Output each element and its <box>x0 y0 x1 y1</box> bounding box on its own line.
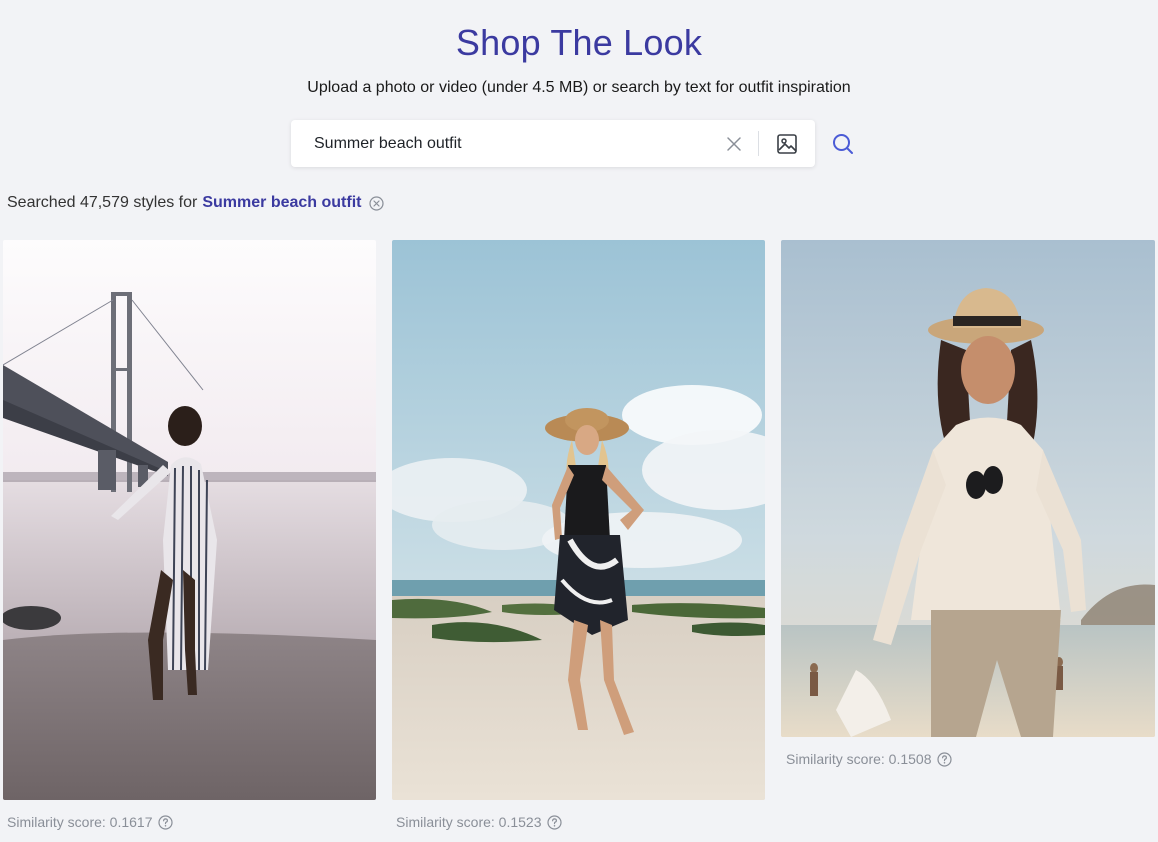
result-image-3[interactable] <box>781 240 1155 737</box>
search-input[interactable] <box>291 120 734 167</box>
image-icon <box>776 133 798 155</box>
clear-search-button[interactable] <box>722 132 746 156</box>
upload-image-button[interactable] <box>774 131 800 157</box>
results-summary: Searched 47,579 styles for Summer beach … <box>7 194 385 212</box>
help-button[interactable] <box>936 751 952 767</box>
score-label: Similarity score: 0.1508 <box>786 751 932 767</box>
similarity-score-2: Similarity score: 0.1523 <box>396 814 562 830</box>
results-prefix: Searched 47,579 styles for <box>7 194 198 211</box>
x-circle-icon <box>369 195 385 211</box>
results-query: Summer beach outfit <box>202 194 362 211</box>
similarity-score-1: Similarity score: 0.1617 <box>7 814 173 830</box>
question-circle-icon <box>936 751 952 767</box>
search-divider <box>758 131 759 156</box>
similarity-score-3: Similarity score: 0.1508 <box>786 751 952 767</box>
page-subtitle: Upload a photo or video (under 4.5 MB) o… <box>307 79 851 96</box>
close-icon <box>726 136 742 152</box>
question-circle-icon <box>546 814 562 830</box>
score-label: Similarity score: 0.1617 <box>7 814 153 830</box>
page-title: Shop The Look <box>455 22 703 63</box>
question-circle-icon <box>157 814 173 830</box>
clear-query-button[interactable] <box>369 195 385 211</box>
score-label: Similarity score: 0.1523 <box>396 814 542 830</box>
help-button[interactable] <box>546 814 562 830</box>
search-icon <box>831 132 855 156</box>
result-image-2[interactable] <box>392 240 765 800</box>
help-button[interactable] <box>157 814 173 830</box>
result-image-1[interactable] <box>3 240 376 800</box>
search-button[interactable] <box>830 131 856 157</box>
